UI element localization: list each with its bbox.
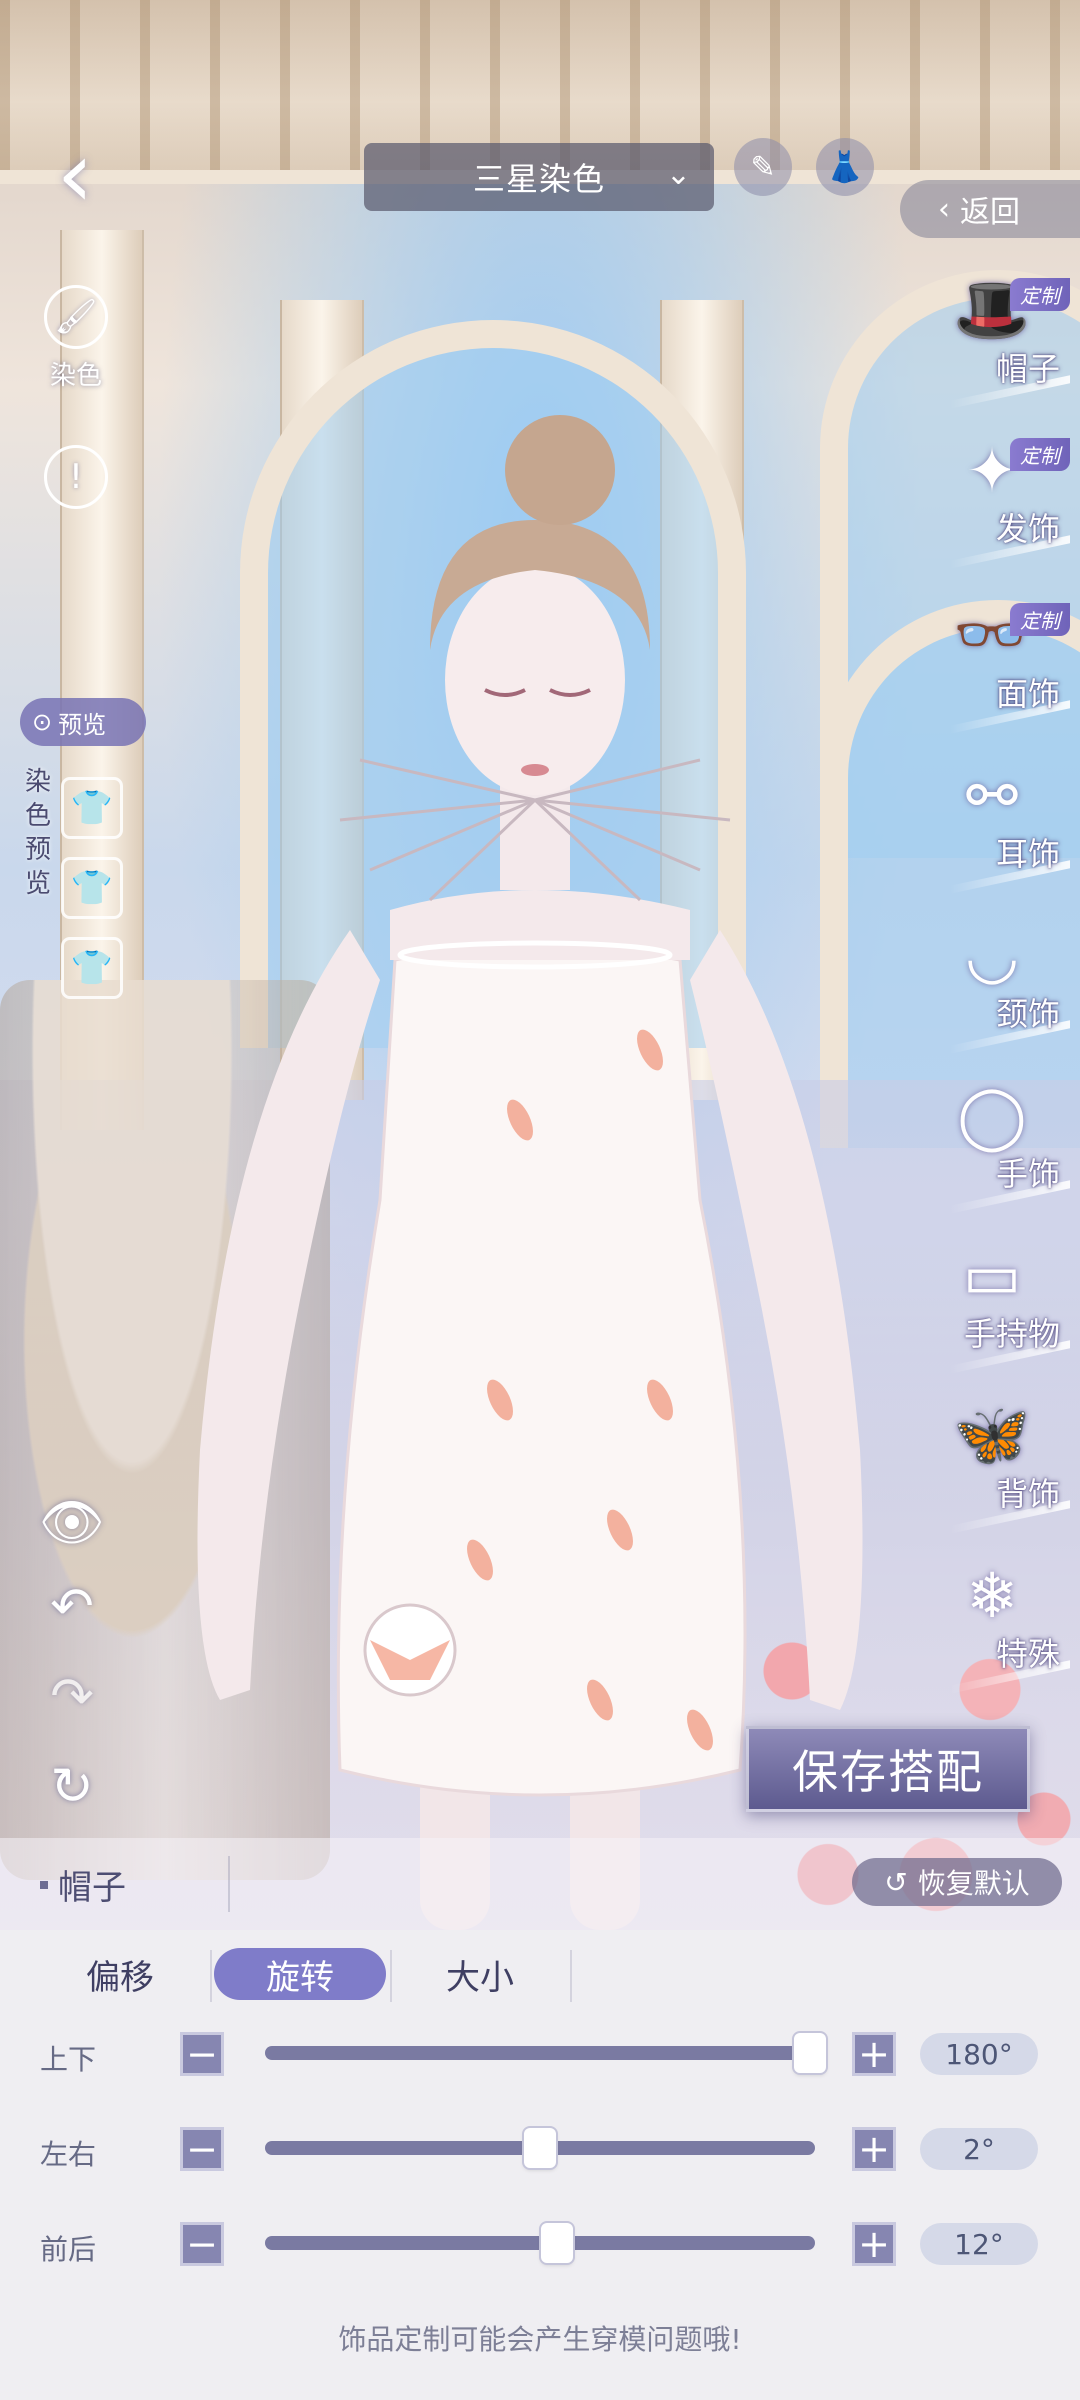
dye-swatch-3[interactable]: 👕 xyxy=(64,940,120,996)
slot-bar: 帽子 ↺ 恢复默认 xyxy=(0,1838,1080,1930)
eye-search-icon: ⊙ xyxy=(32,708,53,736)
increment-button[interactable]: + xyxy=(852,2127,896,2171)
slider-thumb[interactable] xyxy=(793,2033,826,2073)
handheld-icon: ▭ xyxy=(962,1238,1022,1312)
custom-badge: 定制 xyxy=(1010,278,1070,311)
brush-tool-button[interactable]: ✎ xyxy=(734,138,792,196)
exclamation-icon: ! xyxy=(44,445,108,509)
tab-rotate[interactable]: 旋转 xyxy=(214,1948,386,2000)
dye-swatch-2[interactable]: 👕 xyxy=(64,860,120,916)
tab-size[interactable]: 大小 xyxy=(400,1948,560,2000)
undo-button[interactable]: ↶ xyxy=(40,1575,104,1639)
dye-preview-label: 染色预览 xyxy=(24,767,51,899)
return-label: 返回 xyxy=(960,195,1020,230)
clipping-notice: 饰品定制可能会产生穿模问题哦! xyxy=(338,2323,742,2356)
preview-label: 预览 xyxy=(58,710,107,739)
return-button[interactable]: ‹ 返回 xyxy=(900,180,1080,238)
chevron-left-icon: ‹ xyxy=(56,121,94,228)
snowflake-icon: ❄ xyxy=(966,1558,1018,1632)
custom-badge: 定制 xyxy=(1010,603,1070,636)
reset-icon: ↺ xyxy=(884,1865,908,1899)
hide-ui-button[interactable]: 👁 xyxy=(39,1490,106,1554)
shirt-icon: 👕 xyxy=(70,788,114,828)
game-scene xyxy=(0,0,1080,1930)
slot-title: 帽子 xyxy=(40,1860,126,1909)
redo-button[interactable]: ↷ xyxy=(40,1665,104,1729)
earring-icon: ⚯ xyxy=(966,758,1018,832)
slider-thumb[interactable] xyxy=(540,2223,573,2263)
slider-value: 12° xyxy=(920,2223,1038,2265)
rotate-icon: ↻ xyxy=(50,1757,94,1817)
save-outfit-button[interactable]: 保存搭配 xyxy=(746,1726,1030,1812)
category-label: 特殊 xyxy=(995,1635,1060,1673)
category-bracelet[interactable]: ◯ 手饰 xyxy=(920,1075,1070,1214)
undo-icon: ↶ xyxy=(50,1577,94,1637)
category-label: 耳饰 xyxy=(995,835,1060,873)
category-back-accessory[interactable]: 🦋 背饰 xyxy=(920,1395,1070,1534)
category-hair-accessory[interactable]: ✦ 定制 发饰 xyxy=(920,430,1070,569)
brush-icon: ✎ xyxy=(750,149,776,185)
eye-icon: 👁 xyxy=(39,1492,106,1553)
fountain xyxy=(0,980,330,1880)
slot-title-text: 帽子 xyxy=(58,1868,126,1908)
slider-label: 左右 xyxy=(40,2138,97,2171)
category-label: 背饰 xyxy=(995,1475,1060,1513)
dress-icon: 👗 xyxy=(826,149,864,185)
reset-pose-button[interactable]: ↻ xyxy=(40,1755,104,1819)
back-button[interactable]: ‹ xyxy=(40,121,110,228)
slider-value: 180° xyxy=(920,2033,1038,2075)
category-earring[interactable]: ⚯ 耳饰 xyxy=(920,755,1070,894)
center-arch xyxy=(240,320,746,1048)
dye-mode-select[interactable]: 三星染色 ⌄ xyxy=(364,143,714,211)
category-handheld[interactable]: ▭ 手持物 xyxy=(920,1235,1070,1374)
slider-track[interactable] xyxy=(265,2046,815,2060)
info-button[interactable]: ! xyxy=(36,445,116,509)
shirt-icon: 👕 xyxy=(70,868,114,908)
reset-default-button[interactable]: ↺ 恢复默认 xyxy=(852,1858,1062,1906)
category-label: 手饰 xyxy=(995,1155,1060,1193)
dye-swatch-1[interactable]: 👕 xyxy=(64,780,120,836)
necklace-icon: ◡ xyxy=(964,918,1020,992)
category-hat[interactable]: 🎩 定制 帽子 xyxy=(920,270,1070,409)
dye-tool-label: 染色 xyxy=(49,361,102,391)
wings-icon: 🦋 xyxy=(953,1398,1031,1471)
chevron-down-icon: ⌄ xyxy=(665,157,692,192)
increment-button[interactable]: + xyxy=(852,2222,896,2266)
category-label: 颈饰 xyxy=(995,995,1060,1033)
increment-button[interactable]: + xyxy=(852,2032,896,2076)
decrement-button[interactable]: − xyxy=(180,2222,224,2266)
decrement-button[interactable]: − xyxy=(180,2032,224,2076)
reset-default-label: 恢复默认 xyxy=(917,1867,1030,1900)
slider-thumb[interactable] xyxy=(524,2128,556,2168)
decrement-button[interactable]: − xyxy=(180,2127,224,2171)
category-face-accessory[interactable]: 👓 定制 面饰 xyxy=(920,595,1070,734)
category-label: 手持物 xyxy=(963,1315,1060,1353)
category-label: 帽子 xyxy=(995,350,1060,388)
bracelet-icon: ◯ xyxy=(957,1078,1027,1152)
shirt-icon: 👕 xyxy=(70,948,114,988)
tab-offset[interactable]: 偏移 xyxy=(40,1948,200,2000)
chevron-left-small-icon: ‹ xyxy=(938,191,950,227)
category-necklace[interactable]: ◡ 颈饰 xyxy=(920,915,1070,1054)
dye-tool[interactable]: 🖌 染色 xyxy=(36,285,116,392)
category-label: 发饰 xyxy=(995,510,1060,548)
slider-label: 前后 xyxy=(40,2233,97,2266)
category-label: 面饰 xyxy=(995,675,1060,713)
custom-badge: 定制 xyxy=(1010,438,1070,471)
palette-icon: 🖌 xyxy=(44,285,108,349)
outfit-tool-button[interactable]: 👗 xyxy=(816,138,874,196)
slider-label: 上下 xyxy=(40,2043,97,2076)
preview-button[interactable]: ⊙ 预览 xyxy=(20,698,146,746)
redo-icon: ↷ xyxy=(50,1667,94,1727)
category-special[interactable]: ❄ 特殊 xyxy=(920,1555,1070,1694)
slider-value: 2° xyxy=(920,2128,1038,2170)
dye-mode-select-value: 三星染色 xyxy=(472,160,605,198)
